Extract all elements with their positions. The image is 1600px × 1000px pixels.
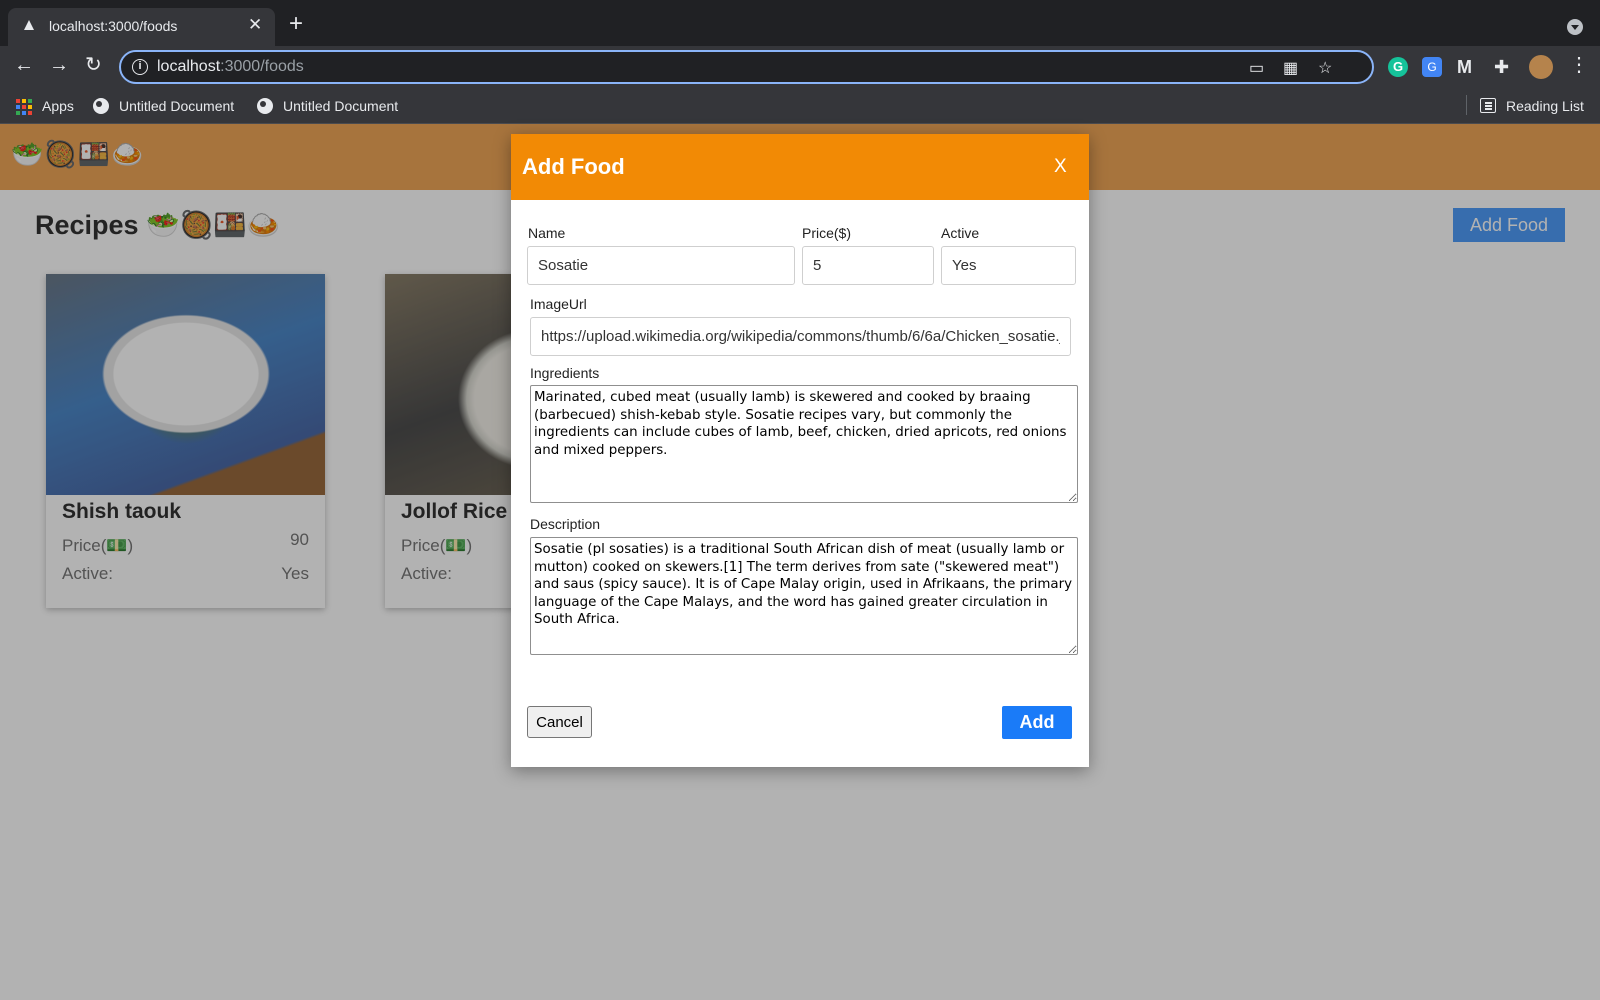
profile-avatar[interactable] [1529, 55, 1553, 79]
reading-list-icon [1480, 98, 1496, 113]
url-host: localhost [157, 58, 221, 75]
bookmark-label: Untitled Document [119, 98, 235, 114]
ingredients-label: Ingredients [530, 365, 600, 381]
url-path: :3000/foods [220, 58, 304, 75]
tab-title: localhost:3000/foods [49, 18, 178, 34]
active-field[interactable] [941, 246, 1076, 285]
medium-extension-icon[interactable]: M [1457, 57, 1477, 77]
cast-icon[interactable]: ▭ [1249, 58, 1264, 78]
bookmark-untitled-document-2[interactable]: Untitled Document [257, 96, 407, 116]
url-text[interactable]: localhost:3000/foods [157, 58, 304, 76]
cancel-button[interactable]: Cancel [527, 706, 592, 738]
reading-list-label: Reading List [1506, 98, 1584, 114]
description-textarea[interactable]: Sosatie (pl sosaties) is a traditional S… [530, 537, 1078, 655]
bookmark-apps[interactable]: Apps [16, 96, 76, 116]
description-label: Description [530, 516, 601, 532]
reading-list-button[interactable]: Reading List [1480, 96, 1590, 116]
modal-title: Add Food [522, 154, 625, 179]
ingredients-textarea[interactable]: Marinated, cubed meat (usually lamb) is … [530, 385, 1078, 503]
active-label: Active [941, 225, 980, 241]
bookmarks-divider [1466, 95, 1467, 115]
tab-close-icon[interactable]: ✕ [248, 15, 262, 35]
add-food-modal: Add Food X Name Price($) Active ImageUrl… [511, 134, 1089, 767]
browser-tab-strip: localhost:3000/foods ✕ + [0, 0, 1600, 46]
price-field[interactable] [802, 246, 934, 285]
bookmark-label: Apps [42, 98, 74, 114]
bookmark-untitled-document-1[interactable]: Untitled Document [93, 96, 243, 116]
address-bar[interactable]: i localhost:3000/foods ▭ ▦ ☆ [119, 50, 1374, 84]
imageurl-field[interactable] [530, 317, 1071, 356]
browser-menu-icon[interactable]: ⋮ [1569, 54, 1589, 76]
favicon-icon [24, 20, 34, 30]
add-button[interactable]: Add [1002, 706, 1072, 739]
grammarly-extension-icon[interactable]: G [1388, 57, 1408, 77]
globe-icon [257, 98, 273, 114]
price-label: Price($) [802, 225, 852, 241]
browser-toolbar: ← → ↻ i localhost:3000/foods ▭ ▦ ☆ G G M… [0, 46, 1600, 88]
name-label: Name [528, 225, 566, 241]
imageurl-label: ImageUrl [530, 296, 587, 312]
name-field[interactable] [527, 246, 795, 285]
apps-grid-icon [16, 99, 32, 115]
site-info-icon[interactable]: i [132, 59, 148, 75]
extensions-puzzle-icon[interactable]: ✚ [1494, 57, 1514, 77]
modal-header: Add Food X [511, 134, 1089, 200]
translate-extension-icon[interactable]: G [1422, 57, 1442, 77]
qr-code-icon[interactable]: ▦ [1283, 58, 1298, 78]
bookmark-label: Untitled Document [283, 98, 399, 114]
reload-icon[interactable]: ↻ [85, 54, 102, 76]
browser-tab[interactable]: localhost:3000/foods ✕ [8, 8, 275, 46]
tab-search-icon[interactable] [1567, 19, 1583, 35]
new-tab-button[interactable]: + [289, 12, 303, 36]
bookmark-star-icon[interactable]: ☆ [1318, 58, 1332, 78]
globe-icon [93, 98, 109, 114]
bookmarks-bar: Apps Untitled Document Untitled Document… [0, 88, 1600, 124]
forward-icon[interactable]: → [49, 54, 69, 76]
close-button[interactable]: X [1054, 156, 1067, 178]
back-icon[interactable]: ← [14, 54, 34, 76]
